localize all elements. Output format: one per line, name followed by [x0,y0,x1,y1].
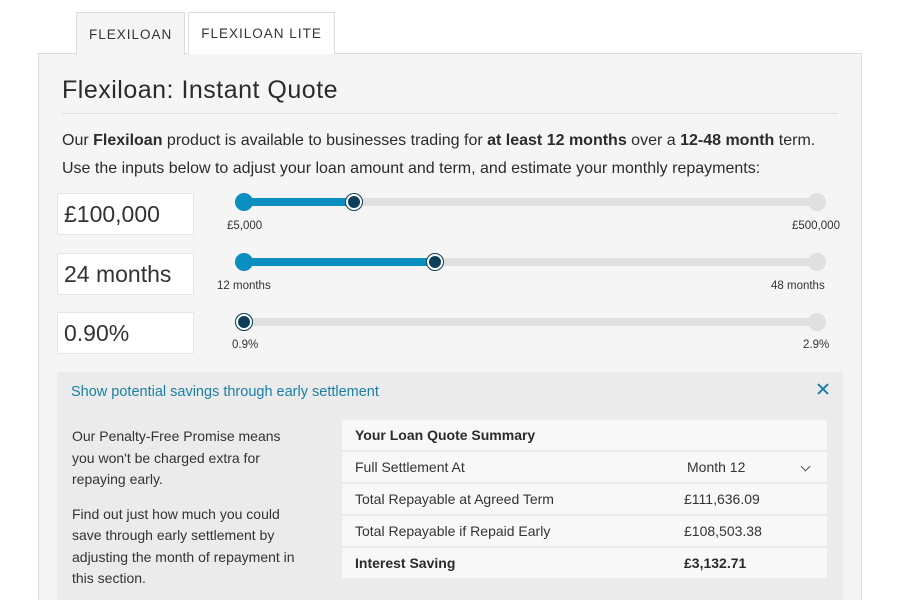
table-row: Total Repayable if Repaid Early £108,503… [342,516,827,546]
amount-max-label: £500,000 [792,220,840,232]
intro-fragment: term. [774,132,816,149]
amount-min-label: £5,000 [227,220,263,232]
row-label: Total Repayable at Agreed Term [355,491,554,507]
product-tabs: FLEXILOAN FLEXILOAN LITE [76,12,338,55]
intro-fragment: product is available to businesses tradi… [162,132,488,149]
interest-rate-input[interactable]: 0.90% [57,312,194,354]
loan-term-input[interactable]: 24 months [57,253,194,295]
intro-text: Our Flexiloan product is available to bu… [62,127,852,183]
tab-flexiloan-lite[interactable]: FLEXILOAN LITE [188,12,335,54]
term-min-label: 12 months [217,280,271,292]
chevron-down-icon [800,461,811,472]
slider-handle[interactable] [236,314,252,330]
slider-min-cap [235,253,253,271]
row-label: Interest Saving [355,555,456,571]
savings-description: Our Penalty-Free Promise means you won't… [72,426,300,600]
early-settlement-text: Find out just how much you could save th… [72,505,295,587]
settlement-month-select[interactable]: Month 12 [684,452,827,482]
intro-term-range: 12-48 month [680,132,775,149]
rate-min-label: 0.9% [232,339,259,351]
tab-flexiloan[interactable]: FLEXILOAN [76,12,186,55]
slider-fill [244,198,354,206]
intro-min-trading: at least 12 months [487,132,627,149]
settlement-month-value: Month 12 [687,459,746,475]
intro-product-name: Flexiloan [93,132,163,149]
intro-fragment: Our [62,132,94,149]
row-value: £111,636.09 [684,491,760,507]
table-row: Interest Saving £3,132.71 [342,548,827,578]
row-label: Full Settlement At [355,459,465,475]
intro-line-1: Our Flexiloan product is available to bu… [62,127,852,155]
slider-max-cap [808,313,826,331]
early-settlement-toggle[interactable]: Show potential savings through early set… [71,384,379,400]
quote-panel: Flexiloan: Instant Quote Our Flexiloan p… [38,53,862,600]
quote-summary-table: Your Loan Quote Summary Full Settlement … [342,420,827,580]
slider-handle[interactable] [345,194,362,210]
intro-fragment: over a [626,132,681,149]
summary-title: Your Loan Quote Summary [342,420,827,450]
table-row: Full Settlement At Month 12 [342,452,827,482]
term-max-label: 48 months [771,280,825,292]
page-title: Flexiloan: Instant Quote [62,76,339,104]
slider-min-cap [235,193,253,211]
rate-max-label: 2.9% [803,339,830,351]
close-icon[interactable] [815,381,831,397]
row-label: Total Repayable if Repaid Early [355,523,551,539]
row-value: £108,503.38 [684,523,762,539]
interest-saving-value: £3,132.71 [684,555,747,571]
intro-line-2: Use the inputs below to adjust your loan… [62,160,761,177]
title-divider [62,113,838,114]
table-row: Total Repayable at Agreed Term £111,636.… [342,484,827,514]
settlement-month-cell: Month 12 [669,452,827,482]
early-settlement-section: Show potential savings through early set… [57,372,843,600]
slider-max-cap [808,253,826,271]
slider-max-cap [808,193,826,211]
loan-amount-input[interactable]: £100,000 [57,193,194,235]
slider-track [244,318,817,326]
penalty-free-text: Our Penalty-Free Promise means you won't… [72,428,281,487]
slider-fill [244,258,435,266]
slider-handle[interactable] [427,254,443,270]
